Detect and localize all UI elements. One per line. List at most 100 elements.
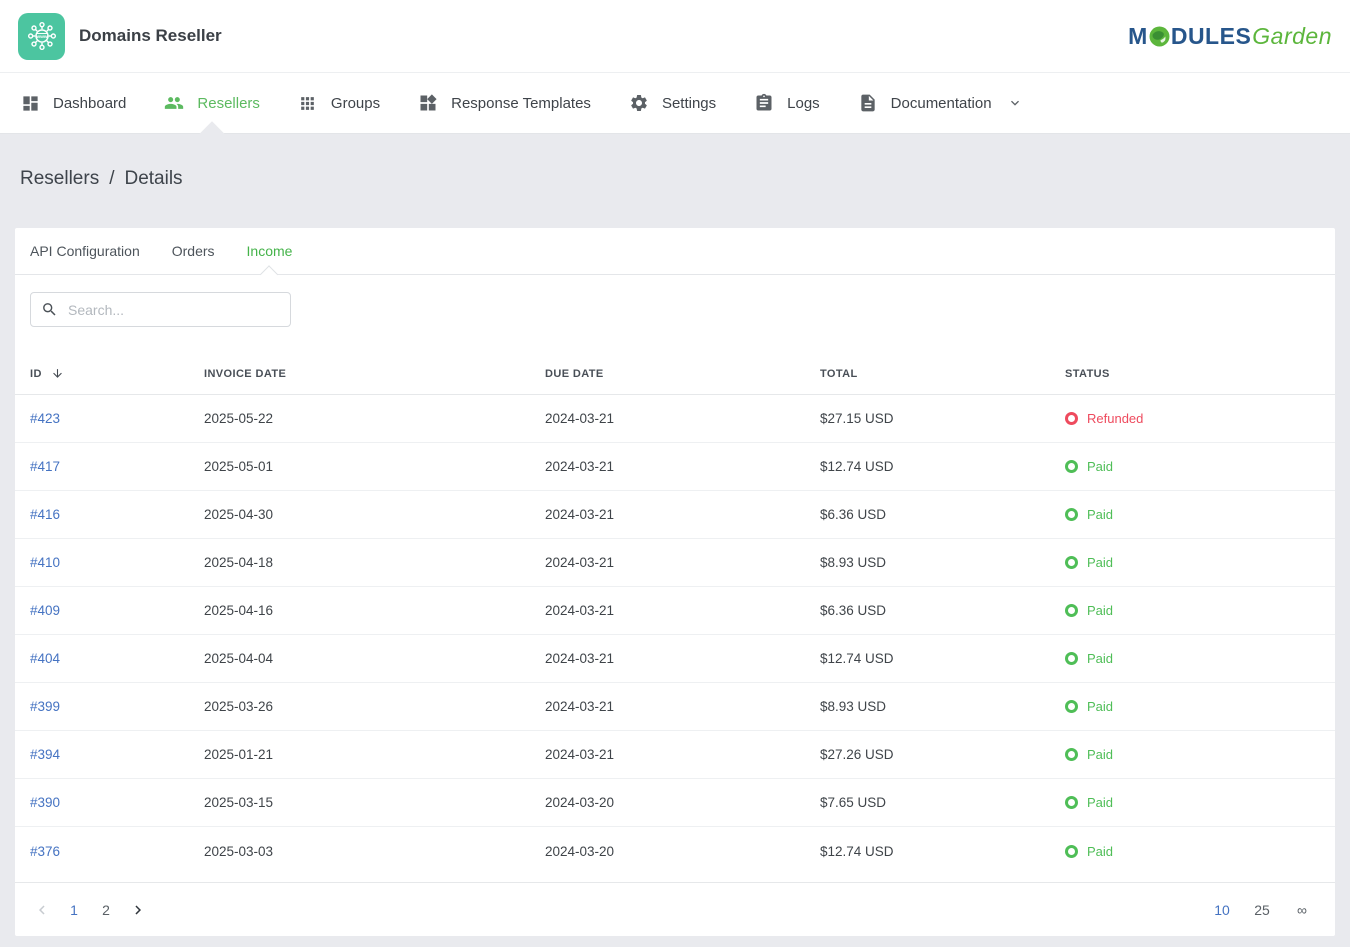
invoice-date-cell: 2025-04-30 [204, 507, 545, 522]
total-cell: $12.74 USD [820, 844, 1065, 859]
page-size-selector: 10 25 ∞ [1211, 898, 1313, 922]
brand-text-garden: Garden [1252, 23, 1332, 50]
svg-text:www: www [35, 35, 48, 40]
column-header-id[interactable]: ID [30, 367, 204, 380]
page-size-25[interactable]: 25 [1251, 898, 1273, 922]
nav-label: Logs [787, 95, 820, 112]
invoice-date-cell: 2025-04-04 [204, 651, 545, 666]
nav-label: Documentation [891, 95, 992, 112]
nav-item-dashboard[interactable]: Dashboard [16, 73, 130, 133]
search-box [30, 292, 291, 327]
breadcrumb-separator: / [109, 168, 114, 190]
next-page-button[interactable] [129, 898, 147, 922]
status-badge: Paid [1065, 699, 1335, 714]
status-badge: Paid [1065, 555, 1335, 570]
table-row: #390 2025-03-15 2024-03-20 $7.65 USD Pai… [15, 779, 1335, 827]
search-icon [41, 301, 58, 318]
invoice-date-cell: 2025-01-21 [204, 747, 545, 762]
page-size-all[interactable]: ∞ [1291, 898, 1313, 922]
total-cell: $8.93 USD [820, 699, 1065, 714]
nav-item-groups[interactable]: Groups [294, 73, 384, 133]
invoice-id-cell: #410 [30, 555, 204, 570]
breadcrumb: Resellers / Details [0, 134, 1350, 190]
groups-icon [298, 93, 318, 113]
invoice-id-link[interactable]: #410 [30, 555, 60, 570]
column-header-status[interactable]: STATUS [1065, 368, 1335, 380]
invoice-date-cell: 2025-03-26 [204, 699, 545, 714]
status-label: Paid [1087, 844, 1113, 859]
invoice-id-link[interactable]: #404 [30, 651, 60, 666]
invoice-date-cell: 2025-05-01 [204, 459, 545, 474]
prev-page-button[interactable] [33, 898, 51, 922]
nav-label: Dashboard [53, 95, 126, 112]
status-badge: Paid [1065, 459, 1335, 474]
tab-income[interactable]: Income [247, 228, 293, 274]
brand-text-dules: DULES [1171, 23, 1251, 50]
brand-text-m: M [1128, 23, 1148, 50]
pagination-pages: 1 2 [33, 898, 147, 922]
page-size-10[interactable]: 10 [1211, 898, 1233, 922]
status-ring-icon [1065, 796, 1078, 809]
column-label: DUE DATE [545, 368, 604, 380]
status-ring-icon [1065, 556, 1078, 569]
status-label: Paid [1087, 651, 1113, 666]
status-badge: Paid [1065, 651, 1335, 666]
status-badge: Paid [1065, 507, 1335, 522]
details-panel: API Configuration Orders Income ID INVOI… [15, 228, 1335, 936]
pagination-bar: 1 2 10 25 ∞ [15, 882, 1335, 936]
invoice-id-link[interactable]: #399 [30, 699, 60, 714]
total-cell: $12.74 USD [820, 459, 1065, 474]
column-header-invoice-date[interactable]: INVOICE DATE [204, 368, 545, 380]
column-label: INVOICE DATE [204, 368, 286, 380]
nav-item-logs[interactable]: Logs [750, 73, 824, 133]
invoice-id-link[interactable]: #423 [30, 411, 60, 426]
nav-item-response-templates[interactable]: Response Templates [414, 73, 595, 133]
due-date-cell: 2024-03-20 [545, 844, 820, 859]
nav-item-settings[interactable]: Settings [625, 73, 720, 133]
table-row: #410 2025-04-18 2024-03-21 $8.93 USD Pai… [15, 539, 1335, 587]
tab-orders[interactable]: Orders [172, 228, 215, 274]
due-date-cell: 2024-03-21 [545, 699, 820, 714]
invoice-id-link[interactable]: #394 [30, 747, 60, 762]
nav-label: Resellers [197, 95, 260, 112]
status-ring-icon [1065, 460, 1078, 473]
table-row: #409 2025-04-16 2024-03-21 $6.36 USD Pai… [15, 587, 1335, 635]
table-row: #399 2025-03-26 2024-03-21 $8.93 USD Pai… [15, 683, 1335, 731]
invoice-date-cell: 2025-04-16 [204, 603, 545, 618]
invoice-id-link[interactable]: #417 [30, 459, 60, 474]
total-cell: $12.74 USD [820, 651, 1065, 666]
table-row: #416 2025-04-30 2024-03-21 $6.36 USD Pai… [15, 491, 1335, 539]
total-cell: $27.26 USD [820, 747, 1065, 762]
column-label: STATUS [1065, 368, 1110, 380]
page-title: Domains Reseller [79, 26, 222, 46]
sort-desc-icon [51, 367, 64, 380]
nav-item-documentation[interactable]: Documentation [854, 73, 1027, 133]
invoice-id-link[interactable]: #376 [30, 844, 60, 859]
column-header-total[interactable]: TOTAL [820, 368, 1065, 380]
table-row: #417 2025-05-01 2024-03-21 $12.74 USD Pa… [15, 443, 1335, 491]
invoice-id-cell: #404 [30, 651, 204, 666]
invoice-date-cell: 2025-03-15 [204, 795, 545, 810]
status-badge: Paid [1065, 603, 1335, 618]
due-date-cell: 2024-03-21 [545, 603, 820, 618]
invoice-id-link[interactable]: #416 [30, 507, 60, 522]
page-number-2[interactable]: 2 [97, 898, 115, 922]
breadcrumb-resellers[interactable]: Resellers [20, 168, 99, 190]
invoice-id-link[interactable]: #390 [30, 795, 60, 810]
status-badge: Refunded [1065, 411, 1335, 426]
nav-item-resellers[interactable]: Resellers [160, 73, 264, 133]
invoice-id-link[interactable]: #409 [30, 603, 60, 618]
status-label: Paid [1087, 699, 1113, 714]
search-input[interactable] [68, 302, 280, 318]
tab-api-configuration[interactable]: API Configuration [30, 228, 140, 274]
due-date-cell: 2024-03-21 [545, 651, 820, 666]
column-header-due-date[interactable]: DUE DATE [545, 368, 820, 380]
table-row: #423 2025-05-22 2024-03-21 $27.15 USD Re… [15, 395, 1335, 443]
app-logo: www [18, 13, 65, 60]
dashboard-icon [20, 93, 40, 113]
due-date-cell: 2024-03-21 [545, 459, 820, 474]
status-ring-icon [1065, 412, 1078, 425]
page-number-1[interactable]: 1 [65, 898, 83, 922]
invoice-id-cell: #423 [30, 411, 204, 426]
table-row: #404 2025-04-04 2024-03-21 $12.74 USD Pa… [15, 635, 1335, 683]
